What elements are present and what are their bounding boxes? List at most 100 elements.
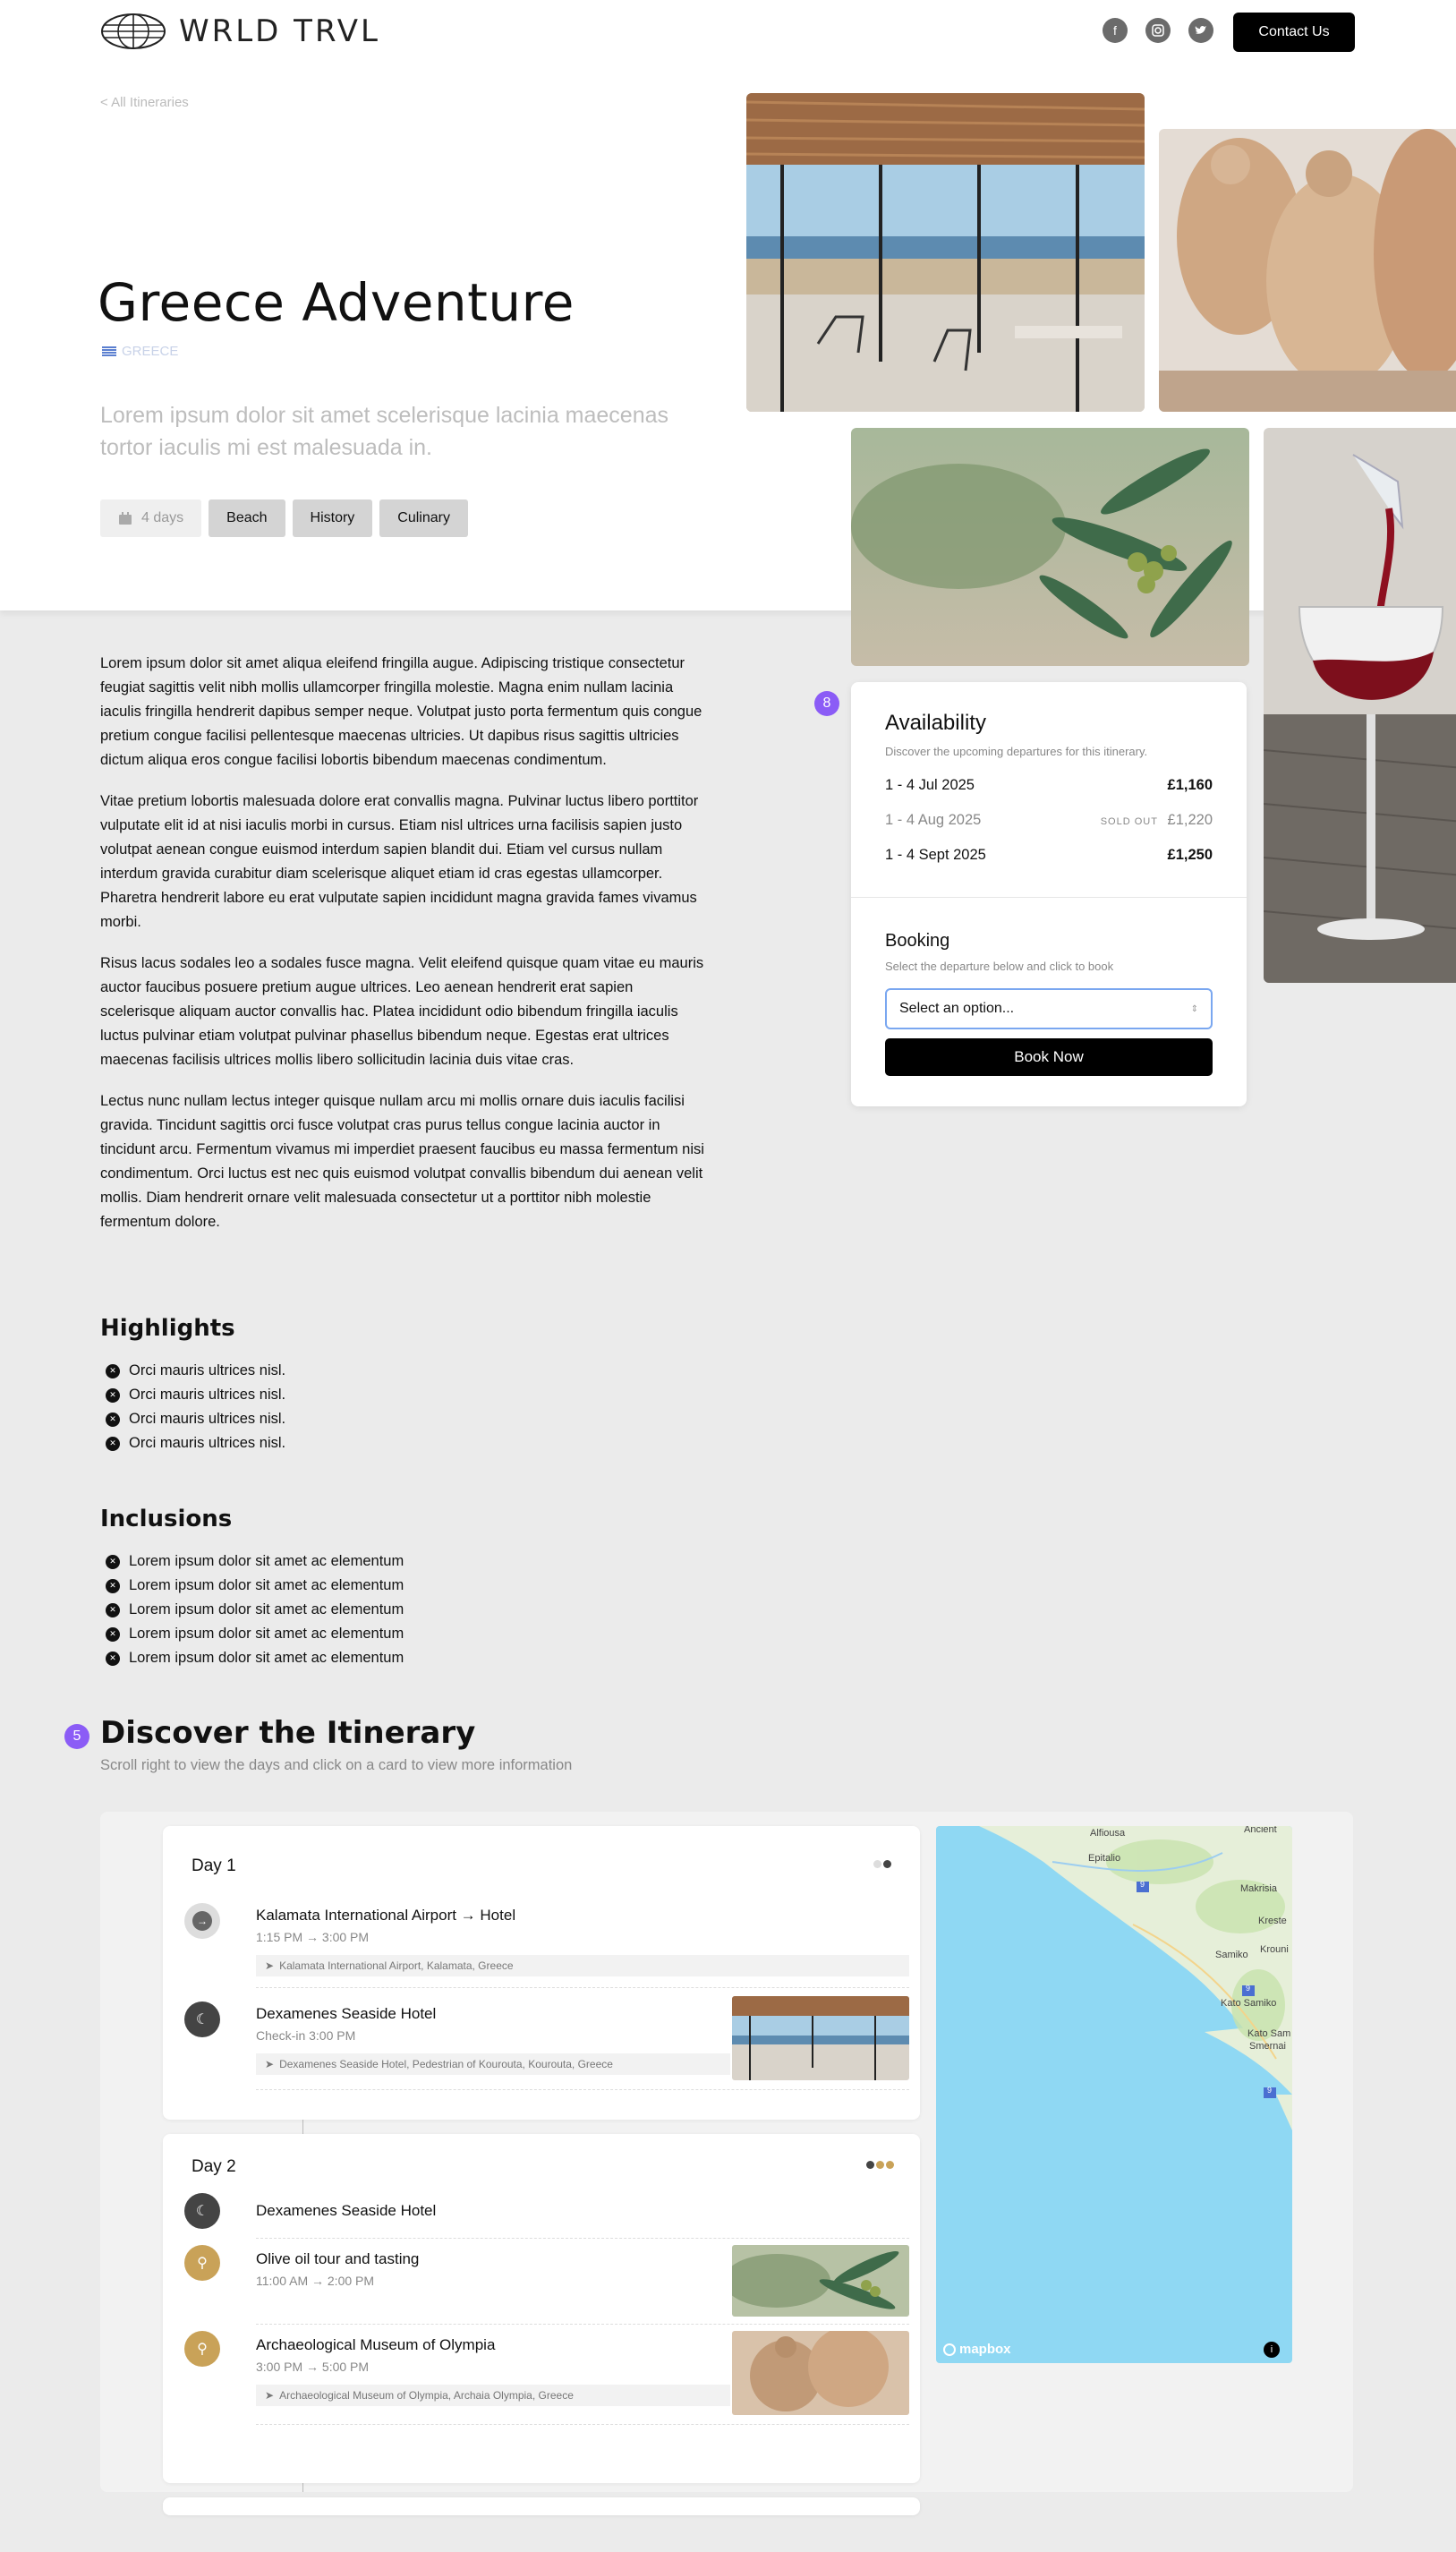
check-icon: ✕ (106, 1578, 120, 1593)
book-now-button[interactable]: Book Now (885, 1038, 1213, 1076)
stop-location-text: Dexamenes Seaside Hotel, Pedestrian of K… (279, 2058, 613, 2070)
select-arrows-icon: ⇕ (1190, 1003, 1198, 1014)
stop-separator (256, 2238, 909, 2239)
gallery-photo-sculpture[interactable] (1159, 129, 1456, 412)
gallery-photo-terrace[interactable] (746, 93, 1145, 412)
logo-text: WRLD TRVL (179, 13, 380, 49)
stop-separator (256, 2324, 909, 2325)
highlights-list: ✕ Orci mauris ultrices nisl. ✕ Orci mauris… (106, 1359, 285, 1455)
description-paragraph: Vitae pretium lobortis malesuada dolore … (100, 793, 699, 930)
list-item: ✕ Orci mauris ultrices nisl. (106, 1383, 285, 1407)
page-title: Greece Adventure (98, 272, 575, 333)
check-icon: ✕ (106, 1387, 120, 1403)
check-icon: ✕ (106, 1436, 120, 1451)
booking-subtitle: Select the departure below and click to … (885, 960, 1114, 973)
transfer-icon: → (184, 1903, 220, 1939)
departure-price: £1,160 (1167, 777, 1213, 793)
stop-location-text: Archaeological Museum of Olympia, Archai… (279, 2389, 574, 2402)
stop-separator (256, 1987, 909, 1988)
country-label: GREECE (102, 344, 178, 359)
booking-title: Booking (885, 931, 950, 951)
gallery-photo-wine[interactable] (1264, 428, 1456, 983)
description-paragraph: Lorem ipsum dolor sit amet aliqua eleife… (100, 655, 702, 768)
itinerary-map[interactable]: Alfiousa Ancient Epitalio Makrisia Krest… (936, 1826, 1292, 2363)
stop-title: Archaeological Museum of Olympia (256, 2336, 496, 2353)
departure-row[interactable]: 1 - 4 Jul 2025 £1,160 (885, 777, 1213, 794)
check-icon: ✕ (106, 1363, 120, 1378)
day-indicator-dots (873, 1860, 891, 1868)
country-name: GREECE (122, 344, 179, 359)
day-label: Day 2 (192, 2157, 236, 2176)
day-card[interactable]: Day 2 ☾ Dexamenes Seaside Hotel ⚲ Olive … (163, 2134, 920, 2483)
stop-thumbnail[interactable] (732, 2245, 909, 2317)
road-number: 9 (1246, 1984, 1251, 1993)
departure-row: 1 - 4 Aug 2025 SOLD OUT £1,220 (885, 812, 1213, 829)
departure-dates: 1 - 4 Jul 2025 (885, 777, 975, 793)
day-card[interactable]: Day 1 → Kalamata International Airport →… (163, 1826, 920, 2120)
tag-history[interactable]: History (292, 499, 373, 537)
map-label: Alfiousa (1090, 1828, 1126, 1839)
facebook-icon[interactable]: f (1103, 18, 1128, 43)
hotel-moon-icon: ☾ (184, 2193, 220, 2229)
instagram-icon[interactable] (1145, 18, 1171, 43)
stop-title: Dexamenes Seaside Hotel (256, 2202, 437, 2219)
departure-row[interactable]: 1 - 4 Sept 2025 £1,250 (885, 847, 1213, 864)
list-item: ✕ Lorem ipsum dolor sit amet ac elementum (106, 1598, 404, 1622)
twitter-icon[interactable] (1188, 18, 1213, 43)
check-icon: ✕ (106, 1602, 120, 1617)
contact-us-button[interactable]: Contact Us (1233, 13, 1355, 52)
tag-beach[interactable]: Beach (209, 499, 285, 537)
departure-price: £1,220 (1167, 812, 1213, 828)
site-logo[interactable]: WRLD TRVL (100, 13, 380, 50)
gallery-photo-olives[interactable] (851, 428, 1249, 666)
description-paragraph: Risus lacus sodales leo a sodales fusce … (100, 955, 704, 1068)
hotel-moon-icon: ☾ (184, 2001, 220, 2037)
select-value: Select an option... (899, 1001, 1015, 1016)
road-number: 9 (1140, 1880, 1145, 1889)
map-label: Kreste (1258, 1916, 1287, 1926)
all-itineraries-link[interactable]: < All Itineraries (100, 95, 189, 110)
list-item: ✕ Orci mauris ultrices nisl. (106, 1407, 285, 1431)
day-label: Day 1 (192, 1856, 236, 1875)
map-label: Samiko (1215, 1950, 1248, 1960)
list-item: ✕ Lorem ipsum dolor sit amet ac elementum (106, 1646, 404, 1670)
sold-out-badge: SOLD OUT (1100, 816, 1158, 827)
check-icon: ✕ (106, 1626, 120, 1642)
tag-culinary[interactable]: Culinary (379, 499, 468, 537)
map-label: Krouni (1260, 1944, 1289, 1955)
binoculars-icon: ⚲ (184, 2245, 220, 2281)
list-item-text: Orci mauris ultrices nisl. (129, 1387, 286, 1403)
departure-dates: 1 - 4 Aug 2025 (885, 812, 982, 828)
availability-title: Availability (885, 711, 986, 735)
trip-summary: Lorem ipsum dolor sit amet scelerisque l… (100, 403, 669, 460)
stop-thumbnail[interactable] (732, 1996, 909, 2080)
stop-location-text: Kalamata International Airport, Kalamata… (279, 1959, 514, 1972)
departure-price-group: SOLD OUT £1,220 (1101, 812, 1213, 829)
trip-description: Lorem ipsum dolor sit amet aliqua eleife… (100, 652, 711, 1251)
list-item: ✕ Orci mauris ultrices nisl. (106, 1359, 285, 1383)
check-icon: ✕ (106, 1651, 120, 1666)
stop-time: Check-in 3:00 PM (256, 2028, 356, 2043)
map-label: Kato Samiko (1221, 1998, 1277, 2009)
map-label: Ancient (1244, 1826, 1277, 1835)
calendar-icon (119, 511, 132, 525)
stop-separator (256, 2424, 909, 2425)
list-item: ✕ Lorem ipsum dolor sit amet ac elementum (106, 1574, 404, 1598)
list-item-text: Lorem ipsum dolor sit amet ac elementum (129, 1601, 404, 1617)
departure-select[interactable]: Select an option... ⇕ (885, 988, 1213, 1029)
stop-thumbnail[interactable] (732, 2331, 909, 2415)
stop-time: 3:00 PM → 5:00 PM (256, 2360, 370, 2374)
departure-price: £1,250 (1167, 847, 1213, 863)
itinerary-subtitle: Scroll right to view the days and click … (100, 1757, 573, 1773)
info-icon[interactable]: i (1264, 2342, 1280, 2358)
location-arrow-icon: ➤ (265, 1959, 275, 1972)
map-label: Kato Sam (1247, 2028, 1291, 2039)
day-card[interactable] (163, 2497, 920, 2515)
stop-separator (256, 2089, 909, 2090)
list-item-text: Orci mauris ultrices nisl. (129, 1411, 286, 1427)
mapbox-icon (943, 2343, 956, 2356)
list-item: ✕ Lorem ipsum dolor sit amet ac elementum (106, 1549, 404, 1574)
availability-card: Availability Discover the upcoming depar… (851, 682, 1247, 1106)
mapbox-logo[interactable]: mapbox (943, 2342, 1011, 2357)
highlights-heading: Highlights (100, 1315, 235, 1342)
